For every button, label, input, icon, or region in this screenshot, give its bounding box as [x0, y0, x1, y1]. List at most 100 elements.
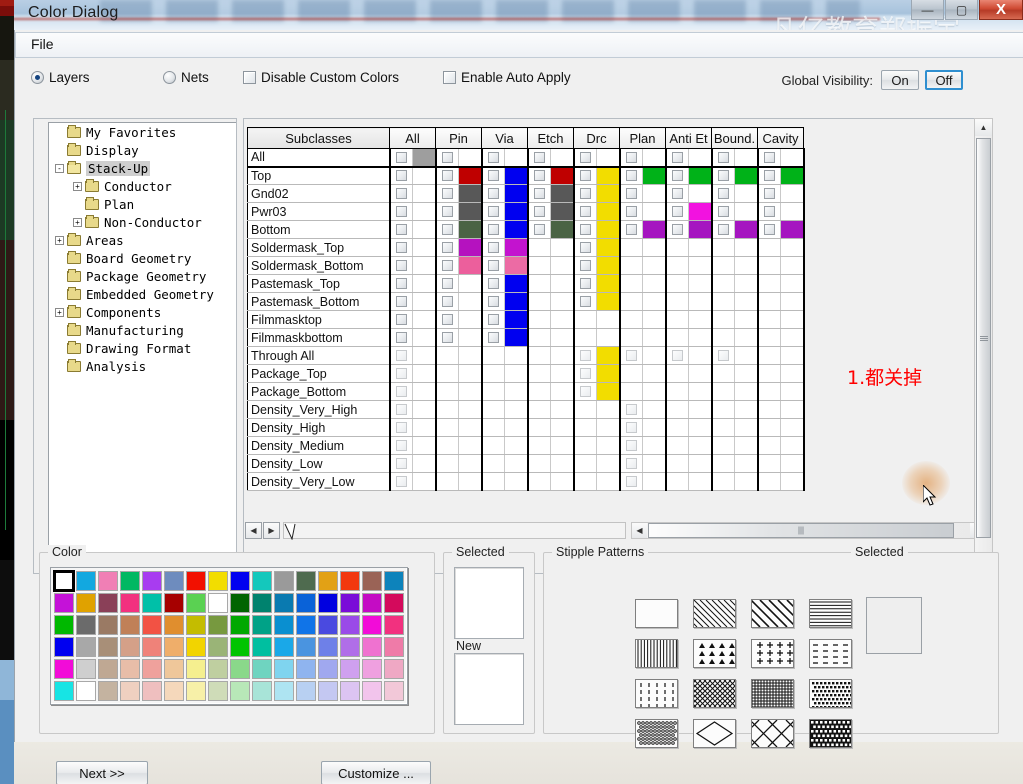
grid-cell-color-swatch[interactable]: [688, 436, 713, 455]
grid-cell-color-swatch[interactable]: [412, 472, 437, 491]
grid-cell-checkbox[interactable]: [619, 346, 643, 365]
checkbox-icon[interactable]: [717, 188, 729, 199]
color-swatch[interactable]: [185, 614, 207, 636]
grid-cell-color-swatch[interactable]: [596, 310, 621, 329]
checkbox-icon[interactable]: [579, 224, 591, 235]
grid-cell-color-swatch[interactable]: [642, 346, 667, 365]
grid-cell-color-swatch[interactable]: [550, 454, 575, 473]
checkbox-icon[interactable]: [625, 206, 637, 217]
grid-cell-checkbox[interactable]: [389, 310, 413, 329]
checkbox-icon[interactable]: [395, 224, 407, 235]
grid-cell-checkbox[interactable]: [619, 382, 643, 401]
stipple-pattern-cell[interactable]: [627, 673, 685, 713]
grid-cell-checkbox[interactable]: [757, 400, 781, 419]
grid-cell-checkbox[interactable]: [527, 382, 551, 401]
checkbox-icon[interactable]: [579, 296, 591, 307]
grid-cell-checkbox[interactable]: [435, 400, 459, 419]
grid-cell-color-swatch[interactable]: [412, 166, 437, 185]
grid-cell-checkbox[interactable]: [573, 148, 597, 168]
stipple-pattern-cell[interactable]: [685, 593, 743, 633]
grid-cell-color-swatch[interactable]: [642, 436, 667, 455]
color-swatch[interactable]: [339, 592, 361, 614]
grid-cell-checkbox[interactable]: [573, 472, 597, 491]
dashes-icon[interactable]: [808, 638, 852, 668]
checkbox-enable-auto-apply[interactable]: Enable Auto Apply: [443, 70, 571, 85]
checkbox-icon[interactable]: [625, 404, 637, 415]
grid-cell-checkbox[interactable]: [573, 166, 597, 185]
grid-cell-color-swatch[interactable]: [458, 328, 483, 347]
grid-cell-color-swatch[interactable]: [458, 472, 483, 491]
grid-cell-checkbox[interactable]: [619, 238, 643, 257]
grid-cell-checkbox[interactable]: [757, 418, 781, 437]
checkbox-icon[interactable]: [625, 188, 637, 199]
tree-item-my-favorites[interactable]: My Favorites: [49, 123, 236, 141]
checkbox-icon[interactable]: [579, 350, 591, 361]
checkbox-icon[interactable]: [763, 151, 775, 163]
tree-item-manufacturing[interactable]: Manufacturing: [49, 321, 236, 339]
grid-cell-color-swatch[interactable]: [780, 454, 805, 473]
tree-item-analysis[interactable]: Analysis: [49, 357, 236, 375]
color-swatch[interactable]: [251, 592, 273, 614]
checkbox-icon[interactable]: [625, 224, 637, 235]
grid-cell-checkbox[interactable]: [711, 454, 735, 473]
grid-cell-checkbox[interactable]: [573, 400, 597, 419]
grid-cell-color-swatch[interactable]: [734, 292, 759, 311]
grid-cell-checkbox[interactable]: [481, 472, 505, 491]
color-swatch[interactable]: [97, 658, 119, 680]
grid-cell-color-swatch[interactable]: [412, 454, 437, 473]
grid-cell-color-swatch[interactable]: [550, 202, 575, 221]
grid-cell-color-swatch[interactable]: [504, 202, 529, 221]
color-swatch[interactable]: [339, 680, 361, 702]
checkbox-icon[interactable]: [395, 404, 407, 415]
grid-cell-checkbox[interactable]: [573, 220, 597, 239]
grid-cell-checkbox[interactable]: [619, 454, 643, 473]
grid-cell-checkbox[interactable]: [389, 346, 413, 365]
grid-cell-checkbox[interactable]: [389, 202, 413, 221]
grid-cell-color-swatch[interactable]: [458, 418, 483, 437]
grid-cell-checkbox[interactable]: [757, 148, 781, 168]
grid-cell-color-swatch[interactable]: [642, 400, 667, 419]
grid-cell-color-swatch[interactable]: [596, 166, 621, 185]
checkbox-icon[interactable]: [395, 440, 407, 451]
grid-cell-checkbox[interactable]: [711, 472, 735, 491]
color-swatch[interactable]: [75, 592, 97, 614]
grid-cell-checkbox[interactable]: [573, 436, 597, 455]
stipple-pattern-cell[interactable]: [685, 713, 743, 753]
grid-cell-color-swatch[interactable]: [412, 418, 437, 437]
grid-row[interactable]: Package_Top: [247, 364, 805, 383]
checkbox-icon[interactable]: [533, 151, 545, 163]
grid-cell-checkbox[interactable]: [665, 202, 689, 221]
grid-cell-color-swatch[interactable]: [550, 274, 575, 293]
grid-cell-checkbox[interactable]: [527, 166, 551, 185]
grid-cell-color-swatch[interactable]: [504, 472, 529, 491]
grid-cell-checkbox[interactable]: [619, 148, 643, 168]
checkbox-icon[interactable]: [441, 170, 453, 182]
grid-cell-color-swatch[interactable]: [642, 256, 667, 275]
checkbox-icon[interactable]: [487, 260, 499, 271]
color-swatch[interactable]: [119, 614, 141, 636]
color-swatch[interactable]: [383, 614, 405, 636]
grid-cell-color-swatch[interactable]: [412, 346, 437, 365]
grid-cell-color-swatch[interactable]: [504, 310, 529, 329]
color-swatch[interactable]: [119, 680, 141, 702]
checkbox-icon[interactable]: [671, 188, 683, 199]
grid-cell-checkbox[interactable]: [619, 292, 643, 311]
tree-item-package-geometry[interactable]: Package Geometry: [49, 267, 236, 285]
grid-cell-checkbox[interactable]: [711, 346, 735, 365]
grid-cell-color-swatch[interactable]: [504, 418, 529, 437]
grid-cell-checkbox[interactable]: [665, 256, 689, 275]
color-swatch[interactable]: [295, 614, 317, 636]
checkbox-icon[interactable]: [395, 368, 407, 379]
grid-cell-checkbox[interactable]: [389, 454, 413, 473]
grid-cell-checkbox[interactable]: [619, 364, 643, 383]
grid-column-header-etch[interactable]: Etch: [527, 127, 574, 149]
grid-cell-color-swatch[interactable]: [780, 238, 805, 257]
checkbox-icon[interactable]: [671, 350, 683, 361]
grid-row[interactable]: All: [247, 148, 805, 168]
grid-cell-checkbox[interactable]: [619, 328, 643, 347]
grid-cell-checkbox[interactable]: [711, 220, 735, 239]
color-swatch[interactable]: [141, 680, 163, 702]
grid-cell-color-swatch[interactable]: [596, 292, 621, 311]
grid-cell-color-swatch[interactable]: [596, 346, 621, 365]
grid-cell-checkbox[interactable]: [573, 364, 597, 383]
